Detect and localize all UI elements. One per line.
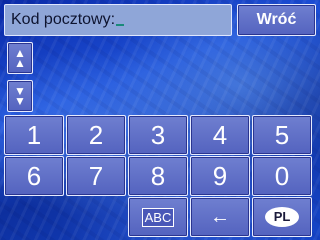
key-3[interactable]: 3 bbox=[128, 115, 188, 155]
key-5[interactable]: 5 bbox=[252, 115, 312, 155]
abc-keyboard-button[interactable]: ABC bbox=[128, 197, 188, 237]
abc-label: ABC bbox=[141, 207, 175, 227]
back-button[interactable]: Wróć bbox=[237, 4, 316, 36]
key-6[interactable]: 6 bbox=[4, 156, 64, 196]
key-2[interactable]: 2 bbox=[66, 115, 126, 155]
key-0[interactable]: 0 bbox=[252, 156, 312, 196]
key-4[interactable]: 4 bbox=[190, 115, 250, 155]
postal-code-field[interactable]: Kod pocztowy: bbox=[4, 4, 232, 36]
key-9[interactable]: 9 bbox=[190, 156, 250, 196]
down-arrows-icon: ▼ ▼ bbox=[14, 84, 26, 108]
backspace-button[interactable]: ← bbox=[190, 197, 250, 237]
key-7[interactable]: 7 bbox=[66, 156, 126, 196]
scroll-up-button[interactable]: ▲ ▲ bbox=[7, 42, 33, 74]
up-arrows-icon: ▲ ▲ bbox=[14, 46, 26, 70]
postal-code-label: Kod pocztowy: bbox=[11, 11, 116, 28]
text-caret bbox=[116, 24, 125, 26]
country-pl-badge: PL bbox=[265, 207, 299, 227]
scroll-down-button[interactable]: ▼ ▼ bbox=[7, 80, 33, 112]
backspace-arrow-icon: ← bbox=[210, 205, 230, 228]
key-8[interactable]: 8 bbox=[128, 156, 188, 196]
key-1[interactable]: 1 bbox=[4, 115, 64, 155]
country-pl-button[interactable]: PL bbox=[252, 197, 312, 237]
